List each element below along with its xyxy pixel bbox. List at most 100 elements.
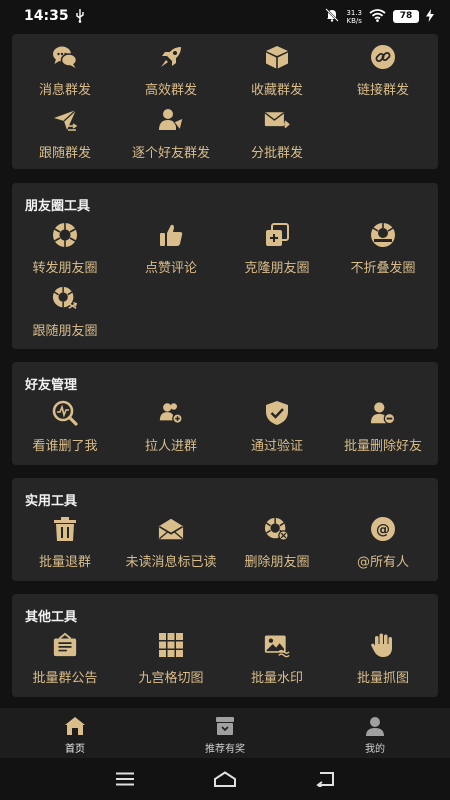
tool-label: 点赞评论 (144, 261, 197, 276)
main-content: 消息群发 高效群发 收藏群发 链接群发 跟随群发 逐个好友群发 分批群发 朋友圈… (0, 34, 450, 708)
tool-nine-grid-cut[interactable]: 九宫格切图 (118, 632, 224, 690)
tab-referral-rewards[interactable]: 推荐有奖 (150, 708, 300, 758)
magnifier-pulse-icon (52, 400, 78, 426)
network-speed-unit: KB/s (346, 16, 362, 25)
usb-icon (75, 9, 85, 26)
tool-label: 批量删除好友 (343, 439, 422, 454)
person-icon (363, 715, 387, 737)
trash-icon (52, 516, 78, 542)
tab-label: 我的 (365, 744, 385, 755)
section-title: 其他工具 (25, 610, 78, 625)
tool-pass-verification[interactable]: 通过验证 (224, 400, 330, 458)
grid-nine-icon (158, 632, 184, 658)
tab-home[interactable]: 首页 (0, 708, 150, 758)
shutter-icon (52, 222, 78, 248)
envelope-open-icon (158, 516, 184, 542)
tool-label: 批量群公告 (32, 671, 98, 686)
tool-label: 链接群发 (356, 83, 409, 98)
section-title: 朋友圈工具 (25, 199, 91, 214)
system-navigation-bar (0, 758, 450, 800)
tool-label: 通过验证 (250, 439, 303, 454)
box-icon (264, 44, 290, 70)
rocket-icon (158, 44, 184, 70)
image-watermark-icon (264, 632, 290, 658)
card-moments-tools: 朋友圈工具 转发朋友圈 点赞评论 克隆朋友圈 不折叠发圈 跟随朋友圈 (12, 183, 438, 349)
tool-like-comment[interactable]: 点赞评论 (118, 222, 224, 280)
tool-label: 收藏群发 (250, 83, 303, 98)
tool-label: 高效群发 (144, 83, 197, 98)
menu-icon[interactable] (110, 766, 140, 792)
status-time: 14:35 (24, 8, 69, 24)
hand-grab-icon (370, 632, 396, 658)
card-friend-management: 好友管理 看谁删了我 拉人进群 通过验证 批量删除好友 (12, 362, 438, 465)
section-title: 好友管理 (25, 378, 78, 393)
battery-indicator: 78 (393, 10, 419, 23)
tool-label: 转发朋友圈 (32, 261, 98, 276)
tool-label: 删除朋友圈 (244, 555, 310, 570)
tool-delete-moments[interactable]: 删除朋友圈 (224, 516, 330, 574)
tool-who-deleted-me[interactable]: 看谁删了我 (12, 400, 118, 458)
tool-label: 克隆朋友圈 (244, 261, 310, 276)
tool-forward-moments[interactable]: 转发朋友圈 (12, 222, 118, 280)
svg-text:@: @ (376, 522, 390, 538)
card-other-tools: 其他工具 批量群公告 九宫格切图 批量水印 批量抓图 (12, 594, 438, 697)
user-minus-icon (370, 400, 396, 426)
paper-plane-icon (52, 107, 78, 133)
at-sign-icon: @ (370, 516, 396, 542)
tool-batch-watermark[interactable]: 批量水印 (224, 632, 330, 690)
tool-efficient-broadcast[interactable]: 高效群发 (118, 44, 224, 102)
shutter-bar-icon (370, 222, 396, 248)
tool-clone-moments[interactable]: 克隆朋友圈 (224, 222, 330, 280)
tool-no-fold-post[interactable]: 不折叠发圈 (330, 222, 436, 280)
tool-follow-moments[interactable]: 跟随朋友圈 (12, 285, 118, 343)
tool-label: 拉人进群 (144, 439, 197, 454)
wifi-icon (369, 7, 386, 26)
clone-plus-icon (264, 222, 290, 248)
tool-follow-broadcast[interactable]: 跟随群发 (12, 107, 118, 165)
tool-at-everyone[interactable]: @ @所有人 (330, 516, 436, 574)
shutter-shuffle-icon (52, 285, 78, 311)
bell-off-icon (325, 7, 340, 26)
tool-batch-broadcast[interactable]: 分批群发 (224, 107, 330, 165)
tool-label: @所有人 (356, 555, 409, 570)
bottom-tab-bar: 首页 推荐有奖 我的 (0, 708, 450, 758)
section-title: 实用工具 (25, 494, 78, 509)
network-speed: 31.3 KB/s (346, 9, 362, 25)
gift-box-icon (213, 715, 237, 737)
chat-bubble-icon (52, 44, 78, 70)
tool-label: 分批群发 (250, 146, 303, 161)
status-bar: 14:35 31.3 KB/s 78 (0, 0, 450, 34)
tool-batch-grab-images[interactable]: 批量抓图 (330, 632, 436, 690)
home-outline-icon[interactable] (210, 766, 240, 792)
notice-board-icon (52, 632, 78, 658)
tab-label: 首页 (65, 744, 85, 755)
back-icon[interactable] (310, 766, 340, 792)
link-icon (370, 44, 396, 70)
tool-label: 批量抓图 (356, 671, 409, 686)
tool-favorites-broadcast[interactable]: 收藏群发 (224, 44, 330, 102)
charging-icon (426, 7, 434, 26)
home-icon (63, 715, 87, 737)
tool-label: 逐个好友群发 (131, 146, 210, 161)
tool-batch-delete-friends[interactable]: 批量删除好友 (330, 400, 436, 458)
tool-one-by-one-broadcast[interactable]: 逐个好友群发 (118, 107, 224, 165)
card-mass-send: 消息群发 高效群发 收藏群发 链接群发 跟随群发 逐个好友群发 分批群发 (12, 34, 438, 169)
tool-label: 九宫格切图 (138, 671, 204, 686)
users-add-icon (158, 400, 184, 426)
tool-label: 跟随群发 (38, 146, 91, 161)
tool-mark-unread-as-read[interactable]: 未读消息标已读 (118, 516, 224, 574)
tool-link-broadcast[interactable]: 链接群发 (330, 44, 436, 102)
tab-label: 推荐有奖 (205, 744, 245, 755)
tool-batch-group-notice[interactable]: 批量群公告 (12, 632, 118, 690)
network-speed-value: 31.3 (346, 8, 362, 17)
shutter-delete-icon (264, 516, 290, 542)
mail-forward-icon (264, 107, 290, 133)
user-send-icon (158, 107, 184, 133)
thumbs-up-icon (158, 222, 184, 248)
tool-label: 消息群发 (38, 83, 91, 98)
tool-batch-quit-groups[interactable]: 批量退群 (12, 516, 118, 574)
tool-pull-into-group[interactable]: 拉人进群 (118, 400, 224, 458)
tool-label: 批量退群 (38, 555, 91, 570)
tab-mine[interactable]: 我的 (300, 708, 450, 758)
tool-message-broadcast[interactable]: 消息群发 (12, 44, 118, 102)
